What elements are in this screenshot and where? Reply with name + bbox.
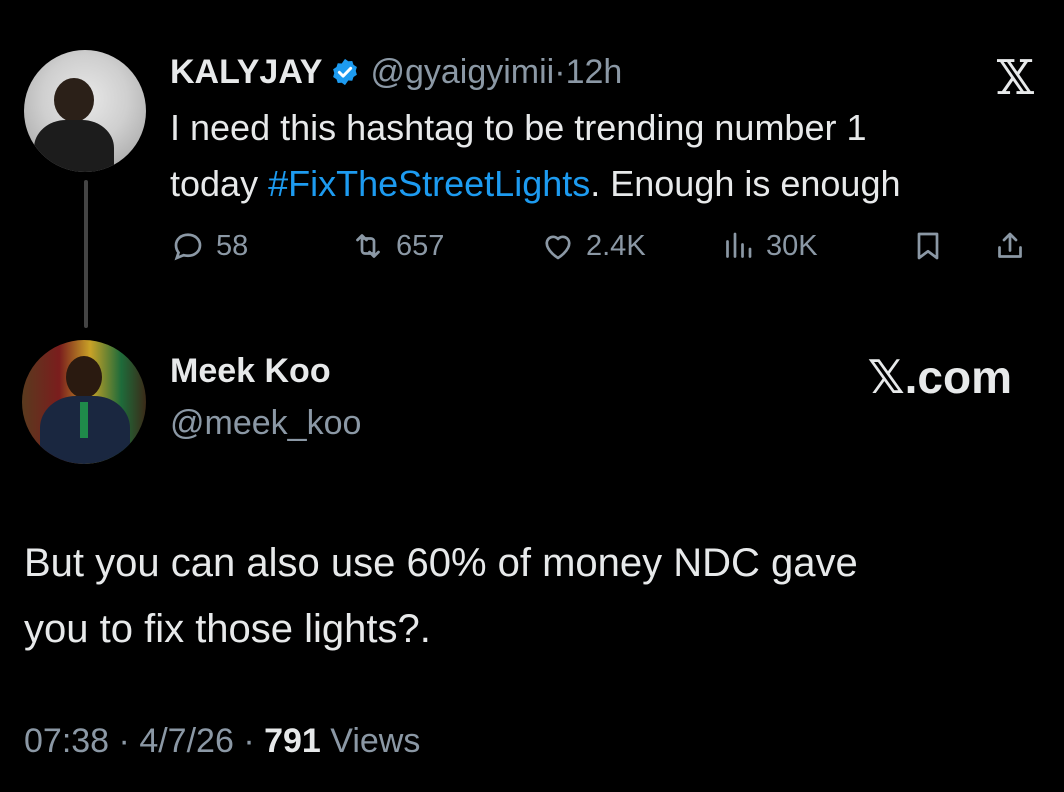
retweet-icon — [356, 234, 380, 258]
reply-button[interactable]: 58 — [170, 222, 248, 270]
reply-views-label: Views — [330, 722, 421, 760]
handle[interactable]: @gyaigyimii — [370, 53, 554, 91]
separator: · — [243, 722, 255, 760]
reply-text: But you can also use 60% of money NDC ga… — [24, 530, 1024, 662]
x-com-label: 𝕏.com — [867, 351, 1012, 403]
reply-date[interactable]: 4/7/26 — [139, 722, 234, 760]
reply-text-line1: But you can also use 60% of money NDC ga… — [24, 541, 858, 585]
reply-display-name[interactable]: Meek Koo — [170, 352, 331, 391]
tweet-text-line1: I need this hashtag to be trending numbe… — [170, 107, 867, 148]
retweet-button[interactable]: 657 — [350, 222, 444, 270]
tweet-text-prefix: today — [170, 163, 269, 204]
tweet-time[interactable]: 12h — [566, 53, 623, 91]
tweet-actions: 58 657 2.4K 30K — [170, 222, 1036, 270]
bookmark-button[interactable] — [910, 222, 946, 270]
separator: · — [118, 722, 130, 760]
reply-footer: 07:38 · 4/7/26 · 791 Views — [24, 722, 420, 761]
share-button[interactable] — [992, 222, 1028, 270]
share-icon — [998, 232, 1022, 258]
reply-time[interactable]: 07:38 — [24, 722, 109, 760]
views-icon — [726, 232, 752, 258]
views-count: 30K — [766, 229, 818, 262]
hashtag-link[interactable]: #FixTheStreetLights — [268, 163, 590, 204]
separator: · — [554, 52, 566, 91]
retweet-count: 657 — [396, 229, 445, 262]
views-button[interactable]: 30K — [720, 222, 818, 270]
avatar-tie-shape — [80, 402, 88, 438]
kalyjay-avatar[interactable] — [24, 50, 146, 172]
reply-icon — [174, 233, 202, 261]
like-button[interactable]: 2.4K — [540, 222, 646, 270]
display-name[interactable]: KALYJAY — [170, 53, 322, 92]
reply-count: 58 — [216, 229, 249, 262]
tweet-text: I need this hashtag to be trending numbe… — [170, 100, 1030, 212]
reply-text-line2: you to fix those lights?. — [24, 607, 431, 651]
avatar-head-shape — [54, 78, 94, 122]
avatar-body-shape — [34, 120, 114, 172]
bookmark-icon — [917, 232, 939, 260]
like-count: 2.4K — [586, 229, 646, 262]
thread-connector-line — [84, 180, 88, 328]
tweet-text-line2: today #FixTheStreetLights. Enough is eno… — [170, 156, 1030, 212]
verified-badge-icon — [333, 58, 358, 86]
reply-handle[interactable]: @meek_koo — [170, 404, 361, 443]
tweet-header: KALYJAY @gyaigyimii·12h — [170, 48, 622, 96]
like-icon — [545, 235, 571, 260]
meek-koo-avatar[interactable] — [22, 340, 146, 464]
x-logo-icon: 𝕏 — [996, 50, 1034, 106]
avatar-head-shape — [66, 356, 102, 398]
tweet-text-suffix: . Enough is enough — [590, 163, 901, 204]
reply-views-count: 791 — [264, 722, 321, 760]
